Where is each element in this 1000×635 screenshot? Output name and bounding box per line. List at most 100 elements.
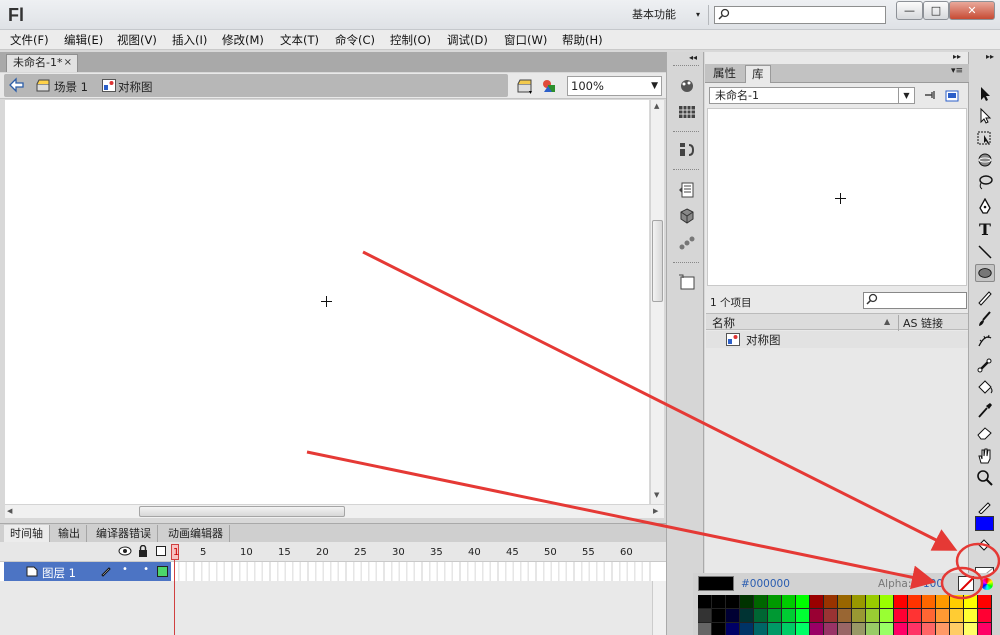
swatch-cell[interactable] (740, 623, 754, 635)
menu-debug[interactable]: 调试(D) (447, 32, 488, 48)
scroll-thumb[interactable] (652, 220, 663, 302)
swatch-cell[interactable] (964, 623, 978, 635)
column-name[interactable]: 名称 (712, 315, 735, 331)
menu-commands[interactable]: 命令(C) (335, 32, 375, 48)
scroll-left-icon[interactable]: ◀ (7, 507, 12, 515)
swatch-cell[interactable] (796, 623, 810, 635)
timeline-layer-row[interactable]: 图层 1 • • (0, 562, 666, 581)
swatch-cell[interactable] (810, 595, 824, 609)
swatch-cell[interactable] (810, 623, 824, 635)
swatch-cell[interactable] (824, 609, 838, 623)
timeline-scrollbar[interactable] (652, 581, 666, 635)
close-button[interactable]: ✕ (949, 1, 995, 20)
pen-tool-icon[interactable] (975, 198, 995, 216)
layer-visibility-dots[interactable]: • • (122, 564, 155, 575)
menu-view[interactable]: 视图(V) (117, 32, 157, 48)
text-tool-icon[interactable]: T (975, 220, 995, 239)
swatch-cell[interactable] (880, 623, 894, 635)
close-icon[interactable]: × (64, 55, 72, 71)
swatch-cell[interactable] (908, 595, 922, 609)
swatch-cell[interactable] (936, 623, 950, 635)
swatch-cell[interactable] (712, 623, 726, 635)
panel-menu-icon[interactable]: ▾≡ (951, 66, 963, 76)
lock-icon[interactable] (138, 545, 148, 557)
swatch-cell[interactable] (936, 609, 950, 623)
swatch-cell[interactable] (810, 609, 824, 623)
document-tab[interactable]: 未命名-1* × (6, 54, 78, 72)
workspace-switcher[interactable]: 基本功能 ▾ (626, 4, 706, 26)
eraser-tool-icon[interactable] (975, 423, 995, 441)
swatch-cell[interactable] (964, 595, 978, 609)
swatch-cell[interactable] (866, 595, 880, 609)
swatch-cell[interactable] (782, 609, 796, 623)
swatch-cell[interactable] (712, 595, 726, 609)
oval-tool-icon[interactable] (975, 264, 995, 282)
swatch-cell[interactable] (908, 623, 922, 635)
new-library-panel-icon[interactable] (945, 89, 960, 102)
library-document-select[interactable]: 未命名-1 ▼ (709, 87, 915, 104)
swatch-cell[interactable] (922, 609, 936, 623)
menu-file[interactable]: 文件(F) (10, 32, 49, 48)
swatch-cell[interactable] (796, 595, 810, 609)
swatch-cell[interactable] (908, 609, 922, 623)
align-panel-icon[interactable] (678, 142, 696, 158)
dock-grip[interactable] (673, 65, 699, 68)
swatch-cell[interactable] (782, 595, 796, 609)
eyedropper-tool-icon[interactable] (975, 401, 995, 419)
library-search-input[interactable] (863, 292, 967, 309)
outline-icon[interactable] (156, 546, 166, 556)
swatch-cell[interactable] (754, 609, 768, 623)
swatch-cell[interactable] (726, 595, 740, 609)
tab-library[interactable]: 库 (745, 65, 771, 83)
scroll-up-icon[interactable]: ▲ (654, 102, 659, 110)
hand-tool-icon[interactable] (975, 447, 995, 465)
layer-color-swatch[interactable] (157, 566, 168, 577)
swatch-cell[interactable] (866, 609, 880, 623)
collapse-right-icon[interactable]: ▸▸ (986, 52, 994, 61)
swatch-cell[interactable] (838, 595, 852, 609)
menu-window[interactable]: 窗口(W) (504, 32, 547, 48)
swatch-cell[interactable] (782, 623, 796, 635)
deco-tool-icon[interactable] (975, 332, 995, 350)
swatch-cell[interactable] (922, 595, 936, 609)
color-wheel-icon[interactable] (981, 578, 993, 590)
layer-name[interactable]: 图层 1 (42, 565, 76, 581)
scene-panel-icon[interactable] (678, 274, 696, 290)
swatch-cell[interactable] (754, 595, 768, 609)
swatch-cell[interactable] (866, 623, 880, 635)
3d-rotation-tool-icon[interactable] (975, 151, 995, 169)
swatches-panel-icon[interactable] (678, 104, 696, 120)
swatch-cell[interactable] (922, 623, 936, 635)
dock-grip[interactable] (673, 262, 699, 265)
swatch-cell[interactable] (978, 623, 992, 635)
color-panel-icon[interactable] (678, 78, 696, 94)
swatch-cell[interactable] (824, 623, 838, 635)
eye-icon[interactable] (118, 546, 132, 556)
swatch-cell[interactable] (950, 595, 964, 609)
edit-scene-icon[interactable]: ▾ (516, 78, 534, 94)
tab-timeline[interactable]: 时间轴 (4, 525, 50, 542)
hex-value[interactable]: #000000 (741, 578, 790, 590)
tab-output[interactable]: 输出 (52, 525, 87, 542)
scroll-down-icon[interactable]: ▼ (654, 491, 659, 499)
collapse-left-icon[interactable]: ◂◂ (689, 53, 697, 62)
swatch-cell[interactable] (796, 609, 810, 623)
swatch-cell[interactable] (698, 623, 712, 635)
swatch-cell[interactable] (978, 595, 992, 609)
dock-grip[interactable] (673, 131, 699, 134)
tab-compiler-errors[interactable]: 编译器错误 (90, 525, 158, 542)
brush-tool-icon[interactable] (975, 310, 995, 328)
stage-vertical-scrollbar[interactable]: ▲ ▼ (650, 100, 664, 504)
edit-symbol-icon[interactable] (541, 78, 559, 94)
swatch-cell[interactable] (740, 609, 754, 623)
tab-properties[interactable]: 属性 (707, 65, 742, 83)
swatch-cell[interactable] (726, 623, 740, 635)
menu-control[interactable]: 控制(O) (390, 32, 431, 48)
collapse-right-icon[interactable]: ▸▸ (953, 52, 961, 61)
swatch-cell[interactable] (880, 609, 894, 623)
maximize-button[interactable]: □ (923, 1, 949, 20)
swatch-cell[interactable] (894, 623, 908, 635)
swatch-cell[interactable] (880, 595, 894, 609)
breadcrumb-symbol[interactable]: 对称图 (118, 79, 153, 95)
swatch-cell[interactable] (698, 609, 712, 623)
